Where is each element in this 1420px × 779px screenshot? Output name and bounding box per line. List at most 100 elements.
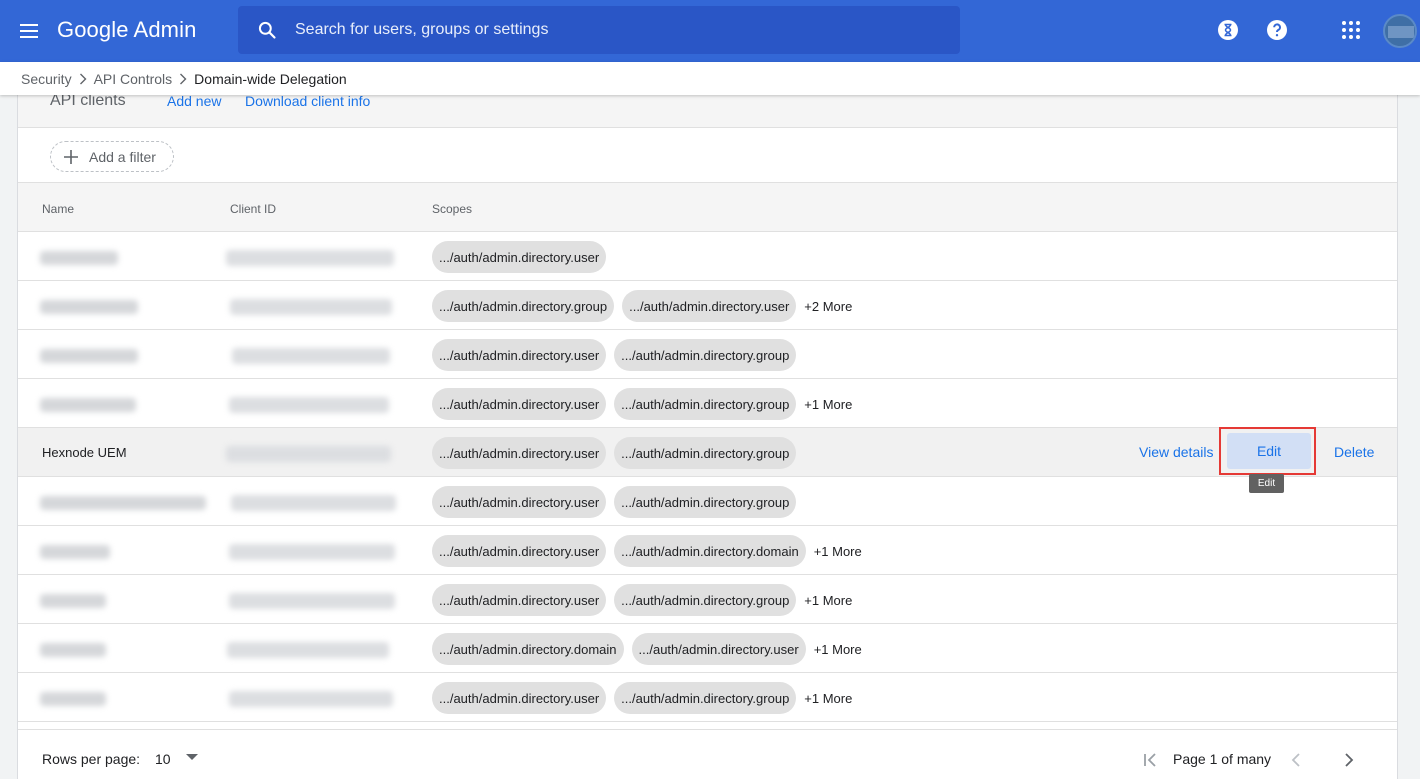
table-row[interactable]: .../auth/admin.directory.group .../auth/…: [18, 281, 1397, 330]
pagination-bar: Rows per page: 10 Page 1 of many: [18, 729, 1397, 779]
table-row[interactable]: .../auth/admin.directory.user .../auth/a…: [18, 673, 1397, 722]
scope-list: .../auth/admin.directory.user .../auth/a…: [432, 535, 862, 567]
add-filter-button[interactable]: Add a filter: [50, 141, 174, 172]
redacted-client-id: [229, 593, 395, 609]
table-header: Name Client ID Scopes: [18, 183, 1397, 232]
menu-icon[interactable]: [14, 16, 44, 46]
scope-chip[interactable]: .../auth/admin.directory.user: [432, 535, 607, 567]
redacted-client-id: [229, 544, 395, 560]
redacted-name: [40, 349, 138, 363]
column-header-scopes[interactable]: Scopes: [432, 202, 472, 216]
hourglass-icon[interactable]: [1216, 18, 1240, 42]
breadcrumb-api-controls[interactable]: API Controls: [94, 71, 173, 87]
search-input[interactable]: [295, 6, 935, 54]
download-client-info-link[interactable]: Download client info: [245, 93, 370, 109]
view-details-link[interactable]: View details: [1139, 444, 1213, 460]
scope-chip[interactable]: .../auth/admin.directory.domain: [614, 535, 806, 567]
first-page-icon[interactable]: [1138, 748, 1162, 772]
add-new-link[interactable]: Add new: [167, 93, 221, 109]
edit-tooltip: Edit: [1249, 474, 1284, 493]
rows-per-page-label: Rows per page:: [42, 751, 141, 767]
scope-list: .../auth/admin.directory.domain .../auth…: [432, 633, 862, 665]
redacted-client-id: [232, 348, 390, 364]
more-scopes-link[interactable]: +1 More: [804, 397, 852, 412]
next-page-icon[interactable]: [1337, 748, 1361, 772]
scope-chip[interactable]: .../auth/admin.directory.group: [614, 486, 797, 518]
previous-page-icon[interactable]: [1284, 748, 1308, 772]
scope-list: .../auth/admin.directory.user .../auth/a…: [432, 339, 797, 371]
redacted-client-id: [226, 446, 391, 462]
scope-list: .../auth/admin.directory.user: [432, 241, 607, 273]
scope-chip[interactable]: .../auth/admin.directory.user: [432, 486, 607, 518]
redacted-name: [40, 692, 106, 706]
scope-list: .../auth/admin.directory.user .../auth/a…: [432, 486, 797, 518]
edit-button[interactable]: Edit: [1227, 433, 1311, 469]
redacted-name: [40, 496, 206, 510]
scope-chip[interactable]: .../auth/admin.directory.group: [614, 339, 797, 371]
redacted-name: [40, 594, 106, 608]
add-filter-label: Add a filter: [89, 148, 156, 165]
scope-chip[interactable]: .../auth/admin.directory.user: [432, 437, 607, 469]
redacted-name: [40, 300, 138, 314]
rows-per-page-select[interactable]: 10: [155, 751, 171, 767]
scope-chip[interactable]: .../auth/admin.directory.user: [432, 682, 607, 714]
redacted-client-id: [229, 397, 389, 413]
scope-chip[interactable]: .../auth/admin.directory.domain: [432, 633, 624, 665]
card-header: API clients Add new Download client info: [18, 92, 1397, 128]
avatar[interactable]: [1383, 14, 1417, 48]
scope-chip[interactable]: .../auth/admin.directory.group: [614, 584, 797, 616]
table-row[interactable]: .../auth/admin.directory.user .../auth/a…: [18, 575, 1397, 624]
table-row[interactable]: .../auth/admin.directory.user .../auth/a…: [18, 477, 1397, 526]
delete-link[interactable]: Delete: [1334, 444, 1374, 460]
column-header-name[interactable]: Name: [42, 202, 74, 216]
scope-chip[interactable]: .../auth/admin.directory.group: [432, 290, 615, 322]
scope-list: .../auth/admin.directory.group .../auth/…: [432, 290, 852, 322]
redacted-client-id: [226, 250, 394, 266]
scope-chip[interactable]: .../auth/admin.directory.user: [432, 388, 607, 420]
redacted-client-id: [230, 299, 392, 315]
table-row-hexnode-uem[interactable]: Hexnode UEM .../auth/admin.directory.use…: [18, 427, 1397, 493]
redacted-name: [40, 251, 118, 265]
table-row[interactable]: .../auth/admin.directory.user .../auth/a…: [18, 379, 1397, 428]
breadcrumb: Security API Controls Domain-wide Delega…: [0, 62, 1420, 95]
help-icon[interactable]: [1265, 18, 1289, 42]
brand-logo[interactable]: Google Admin: [57, 17, 196, 43]
scope-list: .../auth/admin.directory.user .../auth/a…: [432, 584, 852, 616]
table-row[interactable]: .../auth/admin.directory.user .../auth/a…: [18, 330, 1397, 379]
column-header-client-id[interactable]: Client ID: [230, 202, 276, 216]
more-scopes-link[interactable]: +2 More: [804, 299, 852, 314]
more-scopes-link[interactable]: +1 More: [814, 642, 862, 657]
breadcrumb-security[interactable]: Security: [21, 71, 72, 87]
plus-icon: [64, 149, 78, 164]
more-scopes-link[interactable]: +1 More: [804, 593, 852, 608]
redacted-name: [40, 643, 106, 657]
redacted-name: [40, 545, 110, 559]
search-bar[interactable]: [238, 6, 960, 54]
scope-chip[interactable]: .../auth/admin.directory.user: [622, 290, 797, 322]
filter-bar: Add a filter: [18, 128, 1397, 183]
redacted-client-id: [229, 691, 393, 707]
redacted-client-id: [227, 642, 389, 658]
more-scopes-link[interactable]: +1 More: [804, 691, 852, 706]
client-name: Hexnode UEM: [42, 445, 127, 460]
table-row[interactable]: .../auth/admin.directory.domain .../auth…: [18, 624, 1397, 673]
scope-chip[interactable]: .../auth/admin.directory.user: [631, 633, 806, 665]
table-row[interactable]: .../auth/admin.directory.user .../auth/a…: [18, 526, 1397, 575]
more-scopes-link[interactable]: +1 More: [814, 544, 862, 559]
scope-chip[interactable]: .../auth/admin.directory.group: [614, 388, 797, 420]
scope-list: .../auth/admin.directory.user .../auth/a…: [432, 437, 797, 469]
api-clients-card: API clients Add new Download client info…: [17, 92, 1398, 779]
redacted-name: [40, 398, 136, 412]
search-icon[interactable]: [257, 20, 277, 40]
scope-chip[interactable]: .../auth/admin.directory.group: [614, 682, 797, 714]
dropdown-arrow-icon[interactable]: [186, 754, 198, 760]
table-row[interactable]: .../auth/admin.directory.user: [18, 232, 1397, 281]
redacted-client-id: [231, 495, 396, 511]
apps-grid-icon[interactable]: [1339, 18, 1363, 42]
scope-chip[interactable]: .../auth/admin.directory.user: [432, 241, 607, 273]
scope-list: .../auth/admin.directory.user .../auth/a…: [432, 682, 852, 714]
scope-chip[interactable]: .../auth/admin.directory.group: [614, 437, 797, 469]
scope-chip[interactable]: .../auth/admin.directory.user: [432, 584, 607, 616]
scope-chip[interactable]: .../auth/admin.directory.user: [432, 339, 607, 371]
chevron-right-icon: [172, 72, 194, 86]
